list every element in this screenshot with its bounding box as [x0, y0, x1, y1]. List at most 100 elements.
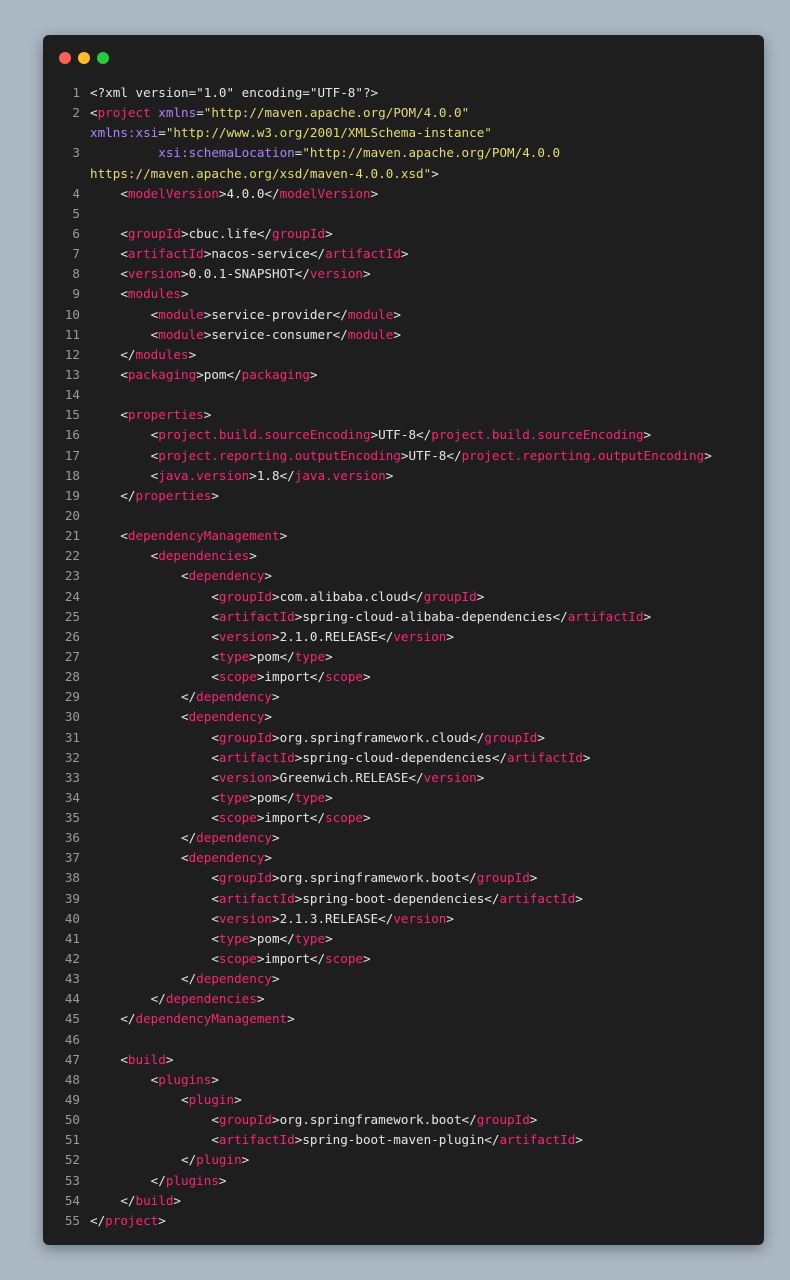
tag-name: module [158, 306, 204, 322]
plain-text: >com.alibaba.cloud</ [271, 588, 424, 604]
tag-name: version [218, 769, 272, 785]
plain-text: > [363, 810, 371, 826]
tag-name: type [294, 789, 326, 805]
tag-name: artifactId [218, 1132, 295, 1148]
code-line: 45 </dependencyManagement> [43, 1009, 764, 1029]
plain-text: </ [90, 1152, 197, 1168]
tag-name: properties [127, 407, 204, 423]
code-block[interactable]: 1 <?xml version="1.0" encoding="UTF-8"?> 2… [43, 83, 764, 1231]
line-number: 36 [64, 830, 80, 846]
plain-text: > [211, 1071, 219, 1087]
plain-text: > [362, 266, 371, 282]
plain-text: < [90, 528, 128, 544]
plain-text: < [90, 447, 159, 463]
line-number: 37 [64, 850, 80, 866]
plain-text: >org.springframework.boot</ [271, 1112, 477, 1128]
tag-name: dependency [188, 568, 265, 584]
plain-text: >pom</ [249, 648, 295, 664]
plain-text: >service-provider</ [203, 306, 348, 322]
tag-name: project.reporting.outputEncoding [158, 447, 401, 463]
plain-text: > [271, 689, 280, 705]
tag-name: artifactId [127, 246, 204, 262]
plain-text: > [537, 729, 545, 745]
code-line: 41 <type>pom</type> [43, 929, 764, 949]
line-number: 40 [64, 910, 80, 926]
line-number: 15 [64, 407, 80, 423]
code-line: 37 <dependency> [43, 848, 764, 868]
line-text: </plugins> [90, 1171, 227, 1191]
tag-name: version [393, 910, 447, 926]
line-number: 45 [64, 1011, 80, 1027]
plain-text: < [90, 286, 128, 302]
code-line: 54 </build> [43, 1191, 764, 1211]
code-line: 27 <type>pom</type> [43, 647, 764, 667]
plain-text: > [575, 890, 583, 906]
line-number: 1 [72, 85, 80, 100]
line-text: </dependency> [90, 828, 280, 848]
code-line: 2 <project xmlns="http://maven.apache.org… [43, 103, 764, 123]
line-text: <version>0.0.1-SNAPSHOT</version> [90, 264, 371, 284]
line-number: 44 [64, 991, 80, 1007]
plain-text: < [90, 427, 159, 443]
line-number: 2 [72, 105, 80, 121]
plain-text: < [90, 628, 219, 644]
line-number: 6 [72, 225, 80, 241]
line-number: 9 [72, 286, 80, 302]
line-number: 13 [64, 366, 80, 382]
line-text: </dependency> [90, 687, 280, 707]
plain-text: </ [90, 830, 197, 846]
tag-name: artifactId [499, 1132, 576, 1148]
plain-text: > [309, 366, 318, 382]
line-number: 28 [64, 669, 80, 685]
line-text: <module>service-consumer</module> [90, 325, 401, 345]
plain-text: >2.1.3.RELEASE</ [271, 910, 394, 926]
line-text: <groupId>cbuc.life</groupId> [90, 224, 332, 244]
zoom-dot[interactable] [97, 52, 109, 64]
line-text: <type>pom</type> [90, 929, 332, 949]
plain-text: > [446, 910, 454, 926]
line-text: <?xml version="1.0" encoding="UTF-8"?> [90, 83, 378, 103]
plain-text [90, 145, 158, 160]
line-number: 20 [64, 507, 80, 523]
plain-text: < [90, 185, 128, 201]
plain-text: < [90, 910, 219, 926]
line-text: <dependency> [90, 707, 272, 727]
minimize-dot[interactable] [78, 52, 90, 64]
code-line: https://maven.apache.org/xsd/maven-4.0.0… [43, 164, 764, 184]
plain-text: <?xml version="1.0" encoding="UTF-8"?> [90, 85, 379, 100]
line-text: <dependency> [90, 566, 272, 586]
tag-name: type [218, 648, 250, 664]
tag-name: groupId [476, 1112, 530, 1128]
line-text: <dependencies> [90, 546, 257, 566]
line-number: 39 [64, 890, 80, 906]
plain-text: < [90, 225, 128, 241]
plain-text: > [529, 1112, 538, 1128]
line-text: <groupId>com.alibaba.cloud</groupId> [90, 587, 484, 607]
plain-text: > [575, 1132, 583, 1148]
tag-name: dependency [196, 689, 272, 705]
code-line: 49 <plugin> [43, 1090, 764, 1110]
tag-name: plugins [165, 1172, 219, 1188]
tag-name: project.reporting.outputEncoding [461, 447, 705, 463]
tag-name: build [127, 1051, 166, 1067]
plain-text: < [90, 729, 219, 745]
line-number [43, 164, 90, 184]
plain-text: < [90, 105, 98, 121]
line-number: 42 [64, 951, 80, 967]
plain-text: < [90, 407, 128, 423]
code-line: xmlns:xsi="http://www.w3.org/2001/XMLSch… [43, 123, 764, 143]
plain-text: < [90, 266, 128, 282]
close-dot[interactable] [59, 52, 71, 64]
code-line: 1 <?xml version="1.0" encoding="UTF-8"?> [43, 83, 764, 103]
tag-name: module [158, 326, 204, 342]
plain-text: > [529, 870, 538, 886]
line-text: <groupId>org.springframework.cloud</grou… [90, 728, 545, 748]
plain-text: < [90, 709, 189, 725]
line-number: 3 [72, 145, 80, 161]
code-line: 3 xsi:schemaLocation="http://maven.apach… [43, 143, 764, 163]
tag-name: scope [218, 669, 257, 685]
tag-name: dependencyManagement [135, 1011, 288, 1027]
code-line: 39 <artifactId>spring-boot-dependencies<… [43, 889, 764, 909]
plain-text: > [173, 1192, 182, 1208]
line-number: 24 [64, 588, 80, 604]
